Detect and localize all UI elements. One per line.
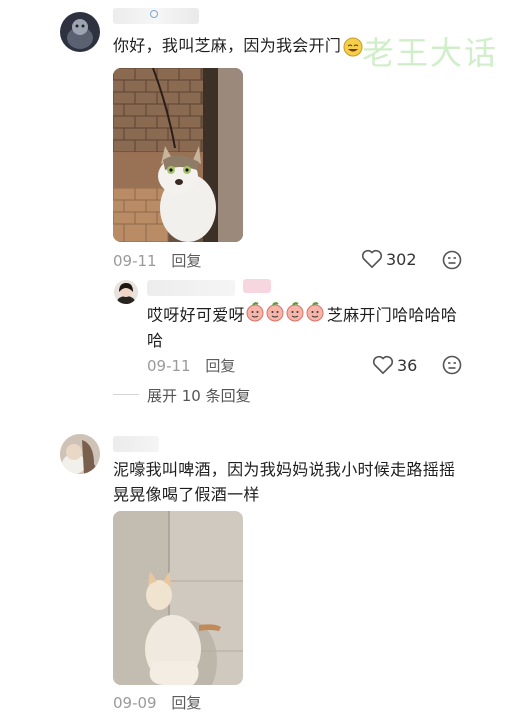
username[interactable] xyxy=(113,436,159,452)
reply-like-count: 36 xyxy=(397,355,418,375)
reply-text: 哎呀好可爱呀 芝麻开门哈哈哈哈 xyxy=(147,302,457,330)
reply-button[interactable]: 回复 xyxy=(171,252,201,270)
comment-text-line2: 晃晃像喝了假酒一样 xyxy=(113,485,260,504)
comment-meta: 09-11 回复 xyxy=(113,250,201,271)
avatar[interactable] xyxy=(60,12,100,52)
reply-avatar[interactable] xyxy=(114,280,138,304)
reply-username[interactable] xyxy=(147,280,235,296)
reply-meta: 09-11 回复 xyxy=(147,355,235,376)
comment-meta: 09-09 回复 xyxy=(113,692,201,713)
reply-button[interactable]: 回复 xyxy=(171,694,201,712)
comment-date: 09-09 xyxy=(113,694,157,712)
peach-emoji-icon xyxy=(245,302,327,330)
comment-date: 09-11 xyxy=(113,252,157,270)
heart-icon xyxy=(372,355,394,375)
badge-icon xyxy=(150,10,158,18)
comment-text: 泥嚎我叫啤酒，因为我妈妈说我小时候走路摇摇 xyxy=(113,460,456,479)
reply-reply-button[interactable]: 回复 xyxy=(205,357,235,375)
dislike-face-icon[interactable] xyxy=(442,250,462,270)
avatar[interactable] xyxy=(60,434,100,474)
watermark: 老王大话 xyxy=(362,34,499,72)
reply-date: 09-11 xyxy=(147,357,191,375)
laugh-emoji-icon xyxy=(343,37,363,57)
author-badge xyxy=(243,279,271,293)
like-button[interactable]: 302 xyxy=(361,249,417,269)
reply-text-line2: 哈 xyxy=(147,331,164,350)
expand-divider xyxy=(113,394,139,395)
heart-icon xyxy=(361,249,383,269)
comment-photo[interactable] xyxy=(113,511,243,685)
like-count: 302 xyxy=(386,249,417,269)
comment-text: 你好，我叫芝麻，因为我会开门 xyxy=(113,33,363,59)
dislike-face-icon[interactable] xyxy=(442,355,462,375)
comment-photo[interactable] xyxy=(113,68,243,242)
reply-like-button[interactable]: 36 xyxy=(372,355,417,375)
expand-replies-button[interactable]: 展开 10 条回复 xyxy=(147,385,251,406)
